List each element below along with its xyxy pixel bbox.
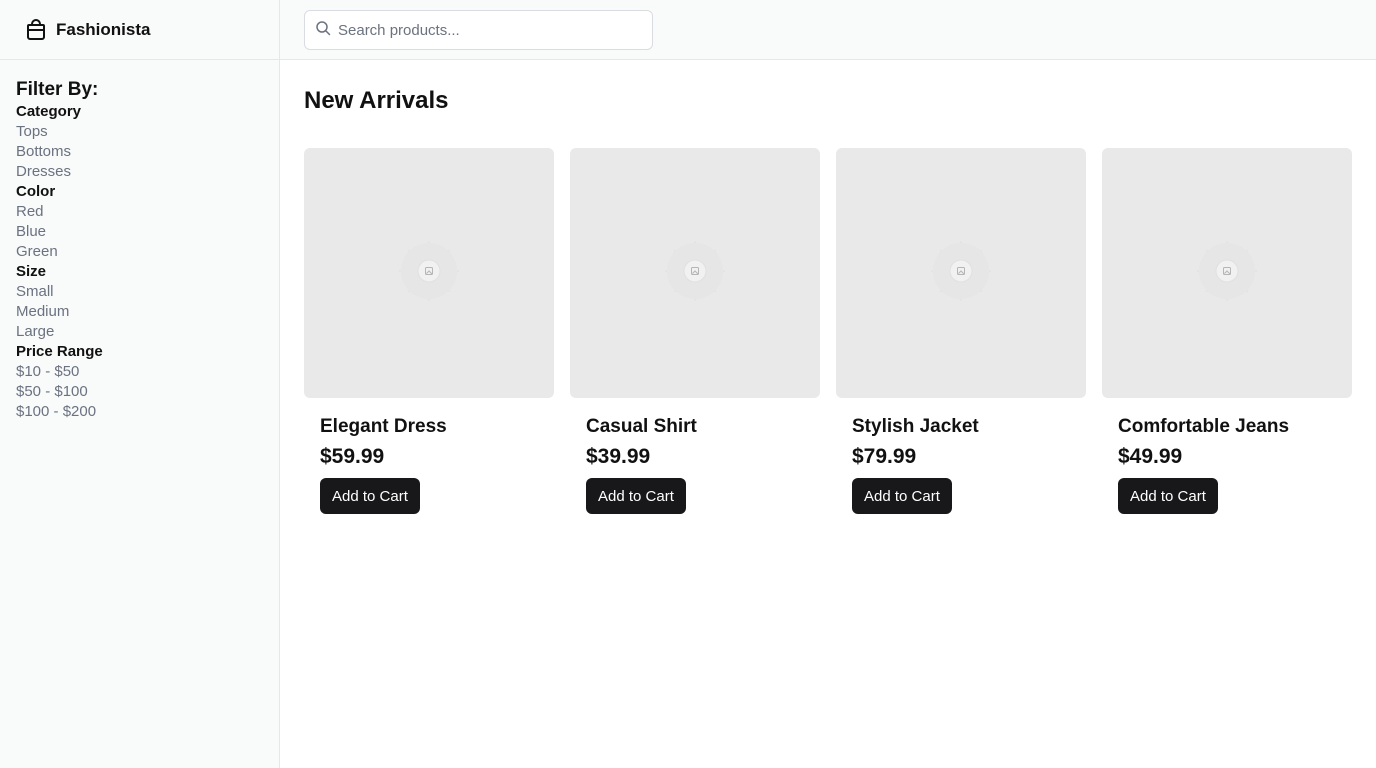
search-icon [315,20,331,36]
filter-option-red[interactable]: Red [16,202,263,222]
product-image-placeholder[interactable] [836,148,1086,398]
filter-option-price-10-50[interactable]: $10 - $50 [16,362,263,382]
filter-group-category: Category [16,103,82,120]
product-image-placeholder[interactable] [570,148,820,398]
product-grid: Elegant Dress $59.99 Add to Cart Casual … [304,148,1352,514]
filter-option-price-100-200[interactable]: $100 - $200 [16,402,263,422]
brand-name: Fashionista [56,19,151,39]
search-box[interactable] [304,10,653,50]
add-to-cart-button[interactable]: Add to Cart [852,478,952,514]
product-price: $39.99 [586,445,651,468]
product-name[interactable]: Casual Shirt [586,416,804,438]
search-input[interactable] [338,21,628,39]
image-placeholder-icon [929,239,993,308]
filter-panel: Filter By: Category Tops Bottoms Dresses… [0,60,279,422]
product-price: $59.99 [320,445,385,468]
product-card: Comfortable Jeans $49.99 Add to Cart [1102,148,1352,514]
page-title: New Arrivals [304,87,449,114]
filter-group-color: Color [16,183,56,200]
add-to-cart-button[interactable]: Add to Cart [586,478,686,514]
filter-option-dresses[interactable]: Dresses [16,162,263,182]
brand[interactable]: Fashionista [0,0,279,60]
product-info: Comfortable Jeans $49.99 Add to Cart [1102,398,1352,514]
product-card: Elegant Dress $59.99 Add to Cart [304,148,554,514]
product-card: Casual Shirt $39.99 Add to Cart [570,148,820,514]
product-name[interactable]: Comfortable Jeans [1118,416,1336,438]
image-placeholder-icon [663,239,727,308]
add-to-cart-button[interactable]: Add to Cart [320,478,420,514]
filter-option-blue[interactable]: Blue [16,222,263,242]
filter-group-size: Size [16,263,47,280]
top-bar [280,0,1376,60]
product-name[interactable]: Stylish Jacket [852,416,1070,438]
filter-option-small[interactable]: Small [16,282,263,302]
product-name[interactable]: Elegant Dress [320,416,538,438]
product-info: Stylish Jacket $79.99 Add to Cart [836,398,1086,514]
add-to-cart-button[interactable]: Add to Cart [1118,478,1218,514]
product-price: $49.99 [1118,445,1183,468]
product-image-placeholder[interactable] [1102,148,1352,398]
product-info: Elegant Dress $59.99 Add to Cart [304,398,554,514]
filter-option-medium[interactable]: Medium [16,302,263,322]
filter-option-tops[interactable]: Tops [16,122,263,142]
sidebar: Fashionista Filter By: Category Tops Bot… [0,0,280,768]
product-info: Casual Shirt $39.99 Add to Cart [570,398,820,514]
shopping-bag-icon [24,18,48,42]
product-price: $79.99 [852,445,917,468]
filter-option-green[interactable]: Green [16,242,263,262]
filter-option-large[interactable]: Large [16,322,263,342]
main-content: New Arrivals Elegant Dress $59.99 Add to… [304,60,1352,514]
filter-option-price-50-100[interactable]: $50 - $100 [16,382,263,402]
image-placeholder-icon [1195,239,1259,308]
filter-group-price-range: Price Range [16,343,103,360]
filter-option-bottoms[interactable]: Bottoms [16,142,263,162]
product-image-placeholder[interactable] [304,148,554,398]
image-placeholder-icon [397,239,461,308]
filter-heading: Filter By: [16,79,99,100]
product-card: Stylish Jacket $79.99 Add to Cart [836,148,1086,514]
